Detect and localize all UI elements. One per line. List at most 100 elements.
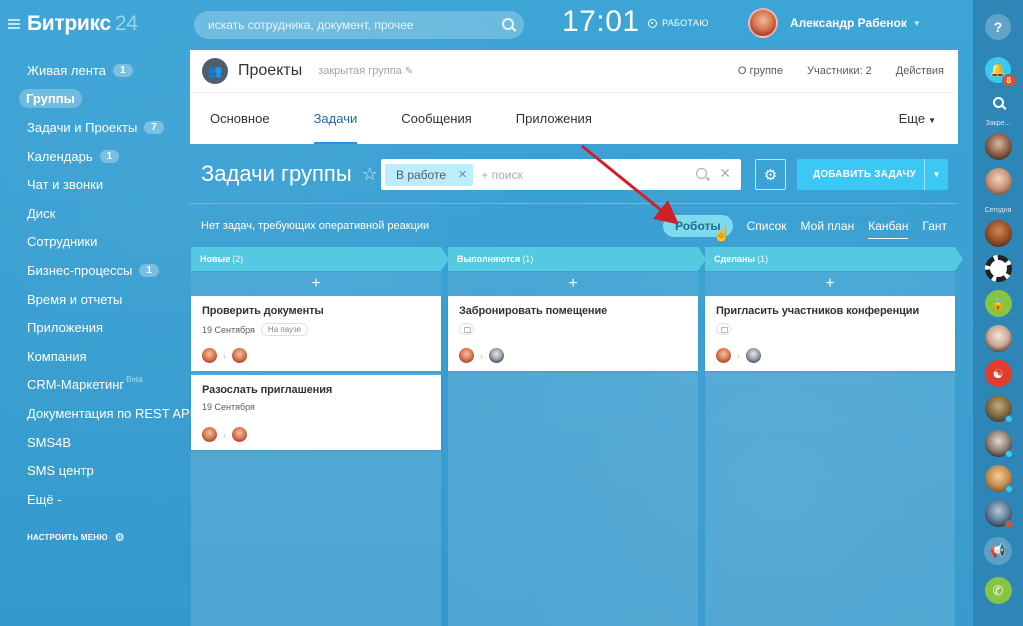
view-kanban[interactable]: Канбан	[868, 215, 909, 239]
tab-main[interactable]: Основное	[210, 93, 270, 144]
filter-chip-label: В работе	[396, 167, 447, 182]
actions-link[interactable]: Действия	[896, 65, 944, 77]
avatar[interactable]	[984, 325, 1012, 352]
chevron-right-icon: ›	[737, 350, 740, 361]
tab-tasks[interactable]: Задачи	[313, 93, 357, 144]
pencil-icon[interactable]: ✎	[405, 66, 413, 77]
add-card-button[interactable]: +	[191, 272, 441, 296]
logo[interactable]: Битрикс 24	[27, 12, 138, 36]
sidebar-item-disk[interactable]: Диск	[0, 199, 190, 228]
avatar[interactable]	[202, 348, 217, 363]
search-icon[interactable]	[992, 97, 1004, 108]
task-card[interactable]: Пригласить участников конференции ›	[705, 296, 955, 371]
search-input[interactable]	[208, 18, 488, 32]
sidebar-item-more[interactable]: Ещё -	[0, 485, 190, 514]
card-title[interactable]: Забронировать помещение	[459, 305, 688, 317]
settings-button[interactable]: ⚙	[755, 159, 786, 190]
sidebar-item-crm-marketing[interactable]: CRM-Маркетинг Beta	[0, 371, 190, 400]
card-meta	[716, 323, 945, 335]
add-task-button[interactable]: ДОБАВИТЬ ЗАДАЧУ ▼	[797, 159, 948, 190]
avatar[interactable]	[984, 395, 1013, 423]
filter-chip[interactable]: В работе ✕	[385, 163, 474, 186]
megaphone-icon[interactable]: 📢	[984, 537, 1012, 565]
avatar[interactable]	[984, 430, 1013, 458]
avatar[interactable]	[984, 133, 1012, 160]
sidebar-item-calendar[interactable]: Календарь 1	[0, 142, 190, 171]
tab-apps[interactable]: Приложения	[516, 93, 592, 144]
phone-icon[interactable]: ✆	[984, 577, 1012, 604]
sidebar-item-groups[interactable]: Группы	[0, 85, 190, 114]
task-card[interactable]: Проверить документы 19 Сентября На паузе …	[191, 296, 441, 371]
sidebar-item-label: Время и отчеты	[27, 291, 123, 307]
filter-search-input[interactable]: + поиск	[481, 168, 522, 182]
column-header[interactable]: Сделаны (1)	[705, 247, 963, 271]
avatar[interactable]	[232, 427, 247, 442]
avatar[interactable]	[202, 427, 217, 442]
sidebar-item-employees[interactable]: Сотрудники	[0, 228, 190, 257]
close-icon[interactable]: ✕	[458, 168, 467, 181]
task-card[interactable]: Разослать приглашения 19 Сентября ›	[191, 375, 441, 450]
project-type: закрытая группа ✎	[318, 65, 413, 77]
work-status[interactable]: РАБОТАЮ	[648, 18, 709, 28]
view-gantt[interactable]: Гант	[922, 215, 947, 237]
sidebar-item-sms-center[interactable]: SMS центр	[0, 456, 190, 485]
configure-menu-button[interactable]: НАСТРОИТЬ МЕНЮ ⚙	[27, 531, 125, 544]
avatar[interactable]	[984, 500, 1013, 528]
sidebar-item-time[interactable]: Время и отчеты	[0, 285, 190, 314]
card-title[interactable]: Проверить документы	[202, 305, 431, 317]
task-card[interactable]: Забронировать помещение ›	[448, 296, 698, 371]
search-icon[interactable]	[502, 18, 514, 30]
help-button[interactable]: ?	[985, 14, 1011, 40]
members-link[interactable]: Участники: 2	[807, 65, 872, 77]
avatar[interactable]	[984, 220, 1012, 247]
view-my-plan[interactable]: Мой план	[801, 215, 855, 237]
clock[interactable]: 17:01	[562, 5, 640, 39]
sidebar-item-chat[interactable]: Чат и звонки	[0, 170, 190, 199]
sidebar-item-label: Задачи и Проекты	[27, 119, 138, 135]
sidebar-item-rest-docs[interactable]: Документация по REST API	[0, 399, 193, 428]
sidebar-item-feed[interactable]: Живая лента 1	[0, 56, 190, 85]
calendar-icon[interactable]	[716, 323, 731, 335]
user-menu[interactable]: Александр Рабенок ▼	[748, 8, 921, 38]
card-title[interactable]: Разослать приглашения	[202, 384, 431, 396]
calendar-icon[interactable]	[459, 323, 474, 335]
status-dot	[1004, 520, 1013, 528]
add-task-label: ДОБАВИТЬ ЗАДАЧУ	[813, 169, 917, 180]
project-title[interactable]: Проекты	[238, 62, 302, 80]
open-channel-icon[interactable]: ☯	[984, 360, 1012, 387]
right-rail: ? 🔔 8 Закре... Сегодня 🔒 ☯ 📢 ✆	[973, 0, 1023, 626]
avatar[interactable]	[746, 348, 761, 363]
notifications-button[interactable]: 🔔 8	[985, 57, 1016, 87]
avatar[interactable]	[459, 348, 474, 363]
tab-messages[interactable]: Сообщения	[401, 93, 472, 144]
sidebar-item-tasks[interactable]: Задачи и Проекты 7	[0, 113, 190, 142]
column-header[interactable]: Новые (2)	[191, 247, 449, 271]
sidebar-item-label: Сотрудники	[27, 234, 98, 250]
avatar[interactable]	[716, 348, 731, 363]
lock-icon[interactable]: 🔒	[984, 290, 1012, 317]
sidebar-item-company[interactable]: Компания	[0, 342, 190, 371]
menu-burger-icon[interactable]	[8, 19, 20, 29]
card-title[interactable]: Пригласить участников конференции	[716, 305, 945, 317]
chevron-down-icon[interactable]: ▼	[924, 159, 948, 190]
sidebar-item-apps[interactable]: Приложения	[0, 313, 190, 342]
chevron-right-icon: ›	[480, 350, 483, 361]
avatar[interactable]	[489, 348, 504, 363]
avatar[interactable]	[984, 465, 1013, 493]
search-icon[interactable]	[696, 167, 708, 179]
add-card-button[interactable]: +	[705, 272, 955, 296]
sidebar-item-sms4b[interactable]: SMS4B	[0, 428, 190, 457]
clear-icon[interactable]: ✕	[719, 166, 731, 180]
tab-more-label: Еще	[898, 111, 926, 126]
view-list[interactable]: Список	[747, 215, 787, 237]
about-group-link[interactable]: О группе	[738, 65, 783, 77]
avatar[interactable]	[984, 168, 1012, 195]
sidebar-item-bizproc[interactable]: Бизнес-процессы 1	[0, 256, 190, 285]
avatar[interactable]	[232, 348, 247, 363]
column-header[interactable]: Выполняются (1)	[448, 247, 706, 271]
gear-chat-icon[interactable]	[984, 255, 1012, 282]
add-card-button[interactable]: +	[448, 272, 698, 296]
star-icon[interactable]: ☆	[362, 164, 378, 185]
status-dot	[1004, 450, 1013, 458]
tab-more[interactable]: Еще ▼	[899, 93, 936, 144]
